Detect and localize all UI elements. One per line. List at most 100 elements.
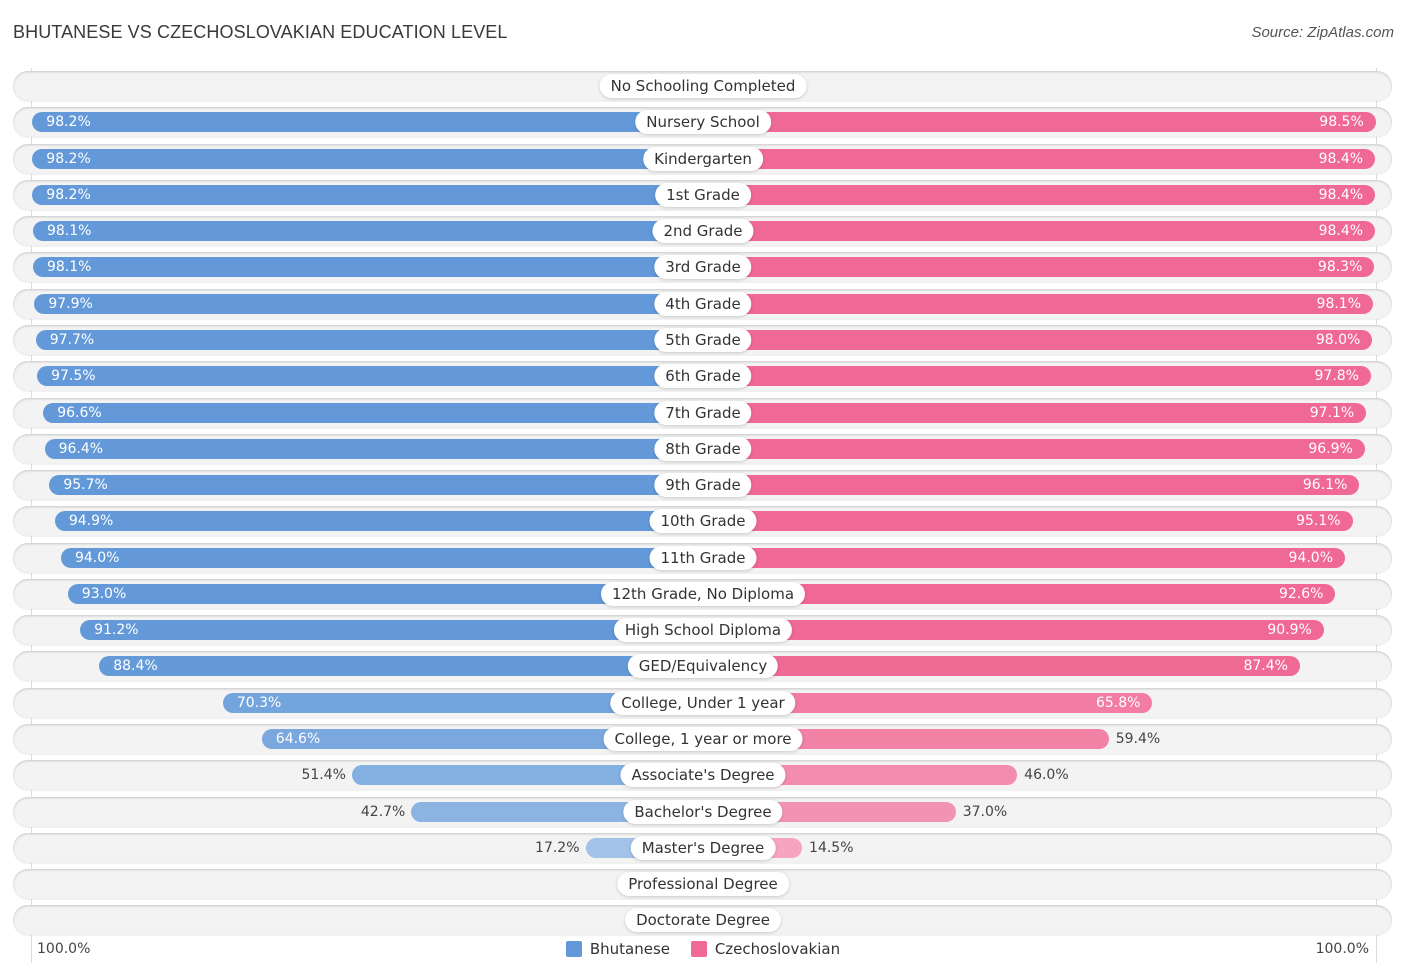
value-label-bhutanese: 42.7%	[360, 803, 406, 820]
category-label: 9th Grade	[654, 473, 752, 498]
bar-bhutanese[interactable]	[37, 366, 703, 387]
bar-czechoslovakian[interactable]	[703, 475, 1360, 496]
value-label-czechoslovakian: 46.0%	[1024, 767, 1069, 784]
value-label-bhutanese: 98.2%	[46, 186, 91, 203]
bar-bhutanese[interactable]	[32, 148, 703, 169]
value-label-czechoslovakian: 98.0%	[1315, 331, 1361, 348]
bar-bhutanese[interactable]	[32, 112, 703, 133]
category-label: 7th Grade	[654, 400, 752, 425]
category-label: 1st Grade	[655, 182, 751, 207]
value-label-czechoslovakian: 97.1%	[1309, 404, 1355, 421]
category-label: GED/Equivalency	[627, 654, 779, 679]
value-label-bhutanese: 64.6%	[275, 731, 321, 748]
value-label-czechoslovakian: 94.0%	[1288, 549, 1334, 566]
bar-czechoslovakian[interactable]	[703, 221, 1376, 242]
value-label-czechoslovakian: 37.0%	[962, 803, 1008, 820]
value-label-czechoslovakian: 90.9%	[1267, 622, 1312, 639]
value-label-czechoslovakian: 98.5%	[1319, 114, 1364, 131]
legend-label-bhutanese: Bhutanese	[589, 940, 671, 958]
value-label-bhutanese: 94.9%	[68, 513, 114, 530]
category-label: High School Diploma	[613, 618, 793, 643]
bar-czechoslovakian[interactable]	[703, 184, 1376, 205]
value-label-bhutanese: 98.1%	[46, 259, 92, 276]
category-label: College, 1 year or more	[603, 727, 803, 752]
value-label-bhutanese: 98.1%	[46, 223, 92, 240]
legend-swatch-czechoslovakian	[690, 941, 707, 957]
legend-item-czechoslovakian[interactable]: Czechoslovakian	[690, 940, 840, 958]
category-label: Associate's Degree	[620, 763, 786, 788]
bar-czechoslovakian[interactable]	[703, 257, 1375, 278]
category-label: 12th Grade, No Diploma	[600, 581, 806, 606]
bar-bhutanese[interactable]	[44, 438, 703, 459]
value-label-czechoslovakian: 98.1%	[1316, 295, 1362, 312]
value-label-bhutanese: 91.2%	[94, 622, 139, 639]
legend: Bhutanese Czechoslovakian	[0, 940, 1406, 961]
category-label: No Schooling Completed	[599, 74, 807, 98]
value-label-czechoslovakian: 98.4%	[1318, 186, 1364, 203]
diverging-bar-chart: 100.0% 100.0% 1.8%1.6%No Schooling Compl…	[0, 0, 1406, 975]
value-label-bhutanese: 70.3%	[236, 694, 282, 711]
legend-swatch-bhutanese	[565, 941, 582, 957]
category-label: Bachelor's Degree	[623, 799, 783, 824]
bar-bhutanese[interactable]	[32, 184, 703, 205]
bar-czechoslovakian[interactable]	[703, 438, 1365, 459]
bar-bhutanese[interactable]	[32, 221, 703, 242]
bar-bhutanese[interactable]	[54, 511, 703, 532]
value-label-czechoslovakian: 96.9%	[1308, 440, 1353, 457]
bar-bhutanese[interactable]	[99, 656, 703, 677]
bar-czechoslovakian[interactable]	[703, 402, 1367, 423]
bar-czechoslovakian[interactable]	[703, 293, 1374, 314]
value-label-bhutanese: 96.6%	[57, 404, 102, 421]
value-label-bhutanese: 97.7%	[49, 331, 95, 348]
value-label-czechoslovakian: 98.4%	[1318, 223, 1364, 240]
value-label-bhutanese: 98.2%	[46, 114, 91, 131]
value-label-bhutanese: 97.5%	[51, 368, 96, 385]
value-label-bhutanese: 95.7%	[63, 477, 108, 494]
value-label-czechoslovakian: 59.4%	[1115, 731, 1161, 748]
category-label: 5th Grade	[654, 327, 752, 352]
category-label: Kindergarten	[643, 146, 763, 171]
category-label: 3rd Grade	[654, 255, 752, 280]
bar-bhutanese[interactable]	[49, 475, 703, 496]
bar-bhutanese[interactable]	[35, 329, 703, 350]
category-label: Master's Degree	[630, 835, 776, 860]
value-label-czechoslovakian: 87.4%	[1243, 658, 1288, 675]
category-label: 2nd Grade	[652, 219, 754, 244]
bar-bhutanese[interactable]	[60, 547, 703, 568]
value-label-bhutanese: 51.4%	[301, 767, 346, 784]
bar-czechoslovakian[interactable]	[703, 656, 1300, 677]
value-label-bhutanese: 94.0%	[74, 549, 120, 566]
bar-bhutanese[interactable]	[80, 620, 703, 641]
bar-czechoslovakian[interactable]	[703, 547, 1346, 568]
category-label: 4th Grade	[654, 291, 752, 316]
value-label-bhutanese: 98.2%	[46, 150, 91, 167]
category-label: Nursery School	[635, 110, 771, 135]
bar-bhutanese[interactable]	[34, 293, 703, 314]
bar-bhutanese[interactable]	[43, 402, 703, 423]
value-label-czechoslovakian: 95.1%	[1296, 513, 1341, 530]
category-label: Doctorate Degree	[625, 908, 781, 933]
bar-czechoslovakian[interactable]	[703, 511, 1353, 532]
value-label-bhutanese: 97.9%	[48, 295, 93, 312]
bar-czechoslovakian[interactable]	[703, 329, 1373, 350]
category-label: 11th Grade	[649, 545, 757, 570]
category-label: 10th Grade	[649, 509, 757, 534]
value-label-czechoslovakian: 92.6%	[1278, 585, 1324, 602]
category-label: 6th Grade	[654, 364, 752, 389]
value-label-czechoslovakian: 14.5%	[809, 839, 854, 856]
category-label: 8th Grade	[654, 436, 752, 461]
category-label: Professional Degree	[617, 872, 789, 897]
value-label-czechoslovakian: 97.8%	[1314, 368, 1359, 385]
value-label-czechoslovakian: 96.1%	[1302, 477, 1348, 494]
category-label: College, Under 1 year	[610, 690, 796, 715]
bar-czechoslovakian[interactable]	[703, 112, 1376, 133]
value-label-czechoslovakian: 98.4%	[1318, 150, 1364, 167]
bar-czechoslovakian[interactable]	[703, 620, 1324, 641]
value-label-bhutanese: 88.4%	[113, 658, 158, 675]
value-label-bhutanese: 96.4%	[58, 440, 104, 457]
legend-item-bhutanese[interactable]: Bhutanese	[565, 940, 671, 958]
value-label-czechoslovakian: 65.8%	[1095, 694, 1141, 711]
bar-czechoslovakian[interactable]	[703, 148, 1376, 169]
bar-czechoslovakian[interactable]	[703, 366, 1371, 387]
bar-bhutanese[interactable]	[32, 257, 703, 278]
